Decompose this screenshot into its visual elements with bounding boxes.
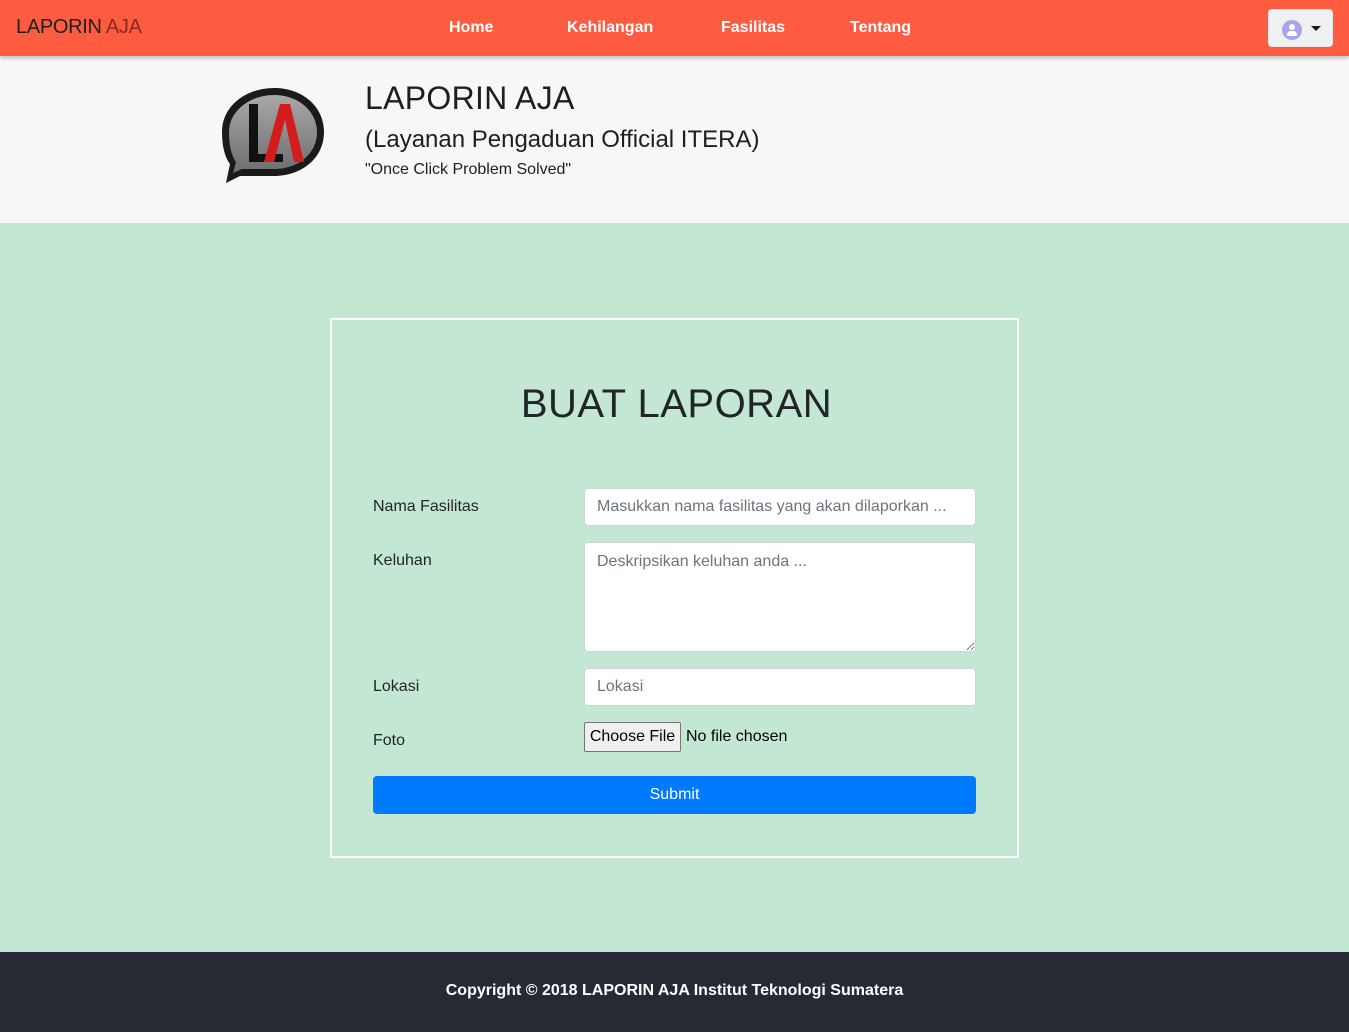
- brand-name: LAPORIN: [16, 16, 102, 38]
- nav-tentang[interactable]: Tentang: [850, 19, 911, 37]
- site-tagline: "Once Click Problem Solved": [365, 161, 572, 178]
- nav-kehilangan[interactable]: Kehilangan: [567, 19, 653, 37]
- site-title: LAPORIN AJA: [365, 80, 575, 116]
- lokasi-label: Lokasi: [373, 678, 420, 695]
- navbar: LAPORIN AJA Home Kehilangan Fasilitas Te…: [0, 0, 1349, 56]
- user-menu-button[interactable]: [1268, 9, 1333, 47]
- site-logo: [222, 88, 324, 183]
- nama-fasilitas-label: Nama Fasilitas: [373, 498, 479, 515]
- nama-fasilitas-input[interactable]: [584, 488, 976, 526]
- submit-button[interactable]: Submit: [373, 776, 976, 814]
- keluhan-label: Keluhan: [373, 552, 432, 569]
- user-avatar-icon: [1282, 20, 1302, 40]
- nav-fasilitas[interactable]: Fasilitas: [721, 19, 785, 37]
- lokasi-input[interactable]: [584, 668, 976, 706]
- file-status-text: No file chosen: [686, 728, 788, 745]
- caret-down-icon: [1311, 26, 1321, 31]
- foto-label: Foto: [373, 732, 406, 749]
- footer-copyright: Copyright © 2018 LAPORIN AJA Institut Te…: [445, 982, 904, 999]
- brand-suffix: AJA: [105, 16, 142, 38]
- nav-home[interactable]: Home: [449, 19, 493, 37]
- choose-file-button[interactable]: Choose File: [584, 722, 681, 752]
- brand-link[interactable]: LAPORIN AJA: [16, 16, 142, 39]
- site-subtitle: (Layanan Pengaduan Official ITERA): [365, 126, 760, 153]
- keluhan-textarea[interactable]: [584, 542, 976, 652]
- form-title: BUAT LAPORAN: [520, 382, 833, 426]
